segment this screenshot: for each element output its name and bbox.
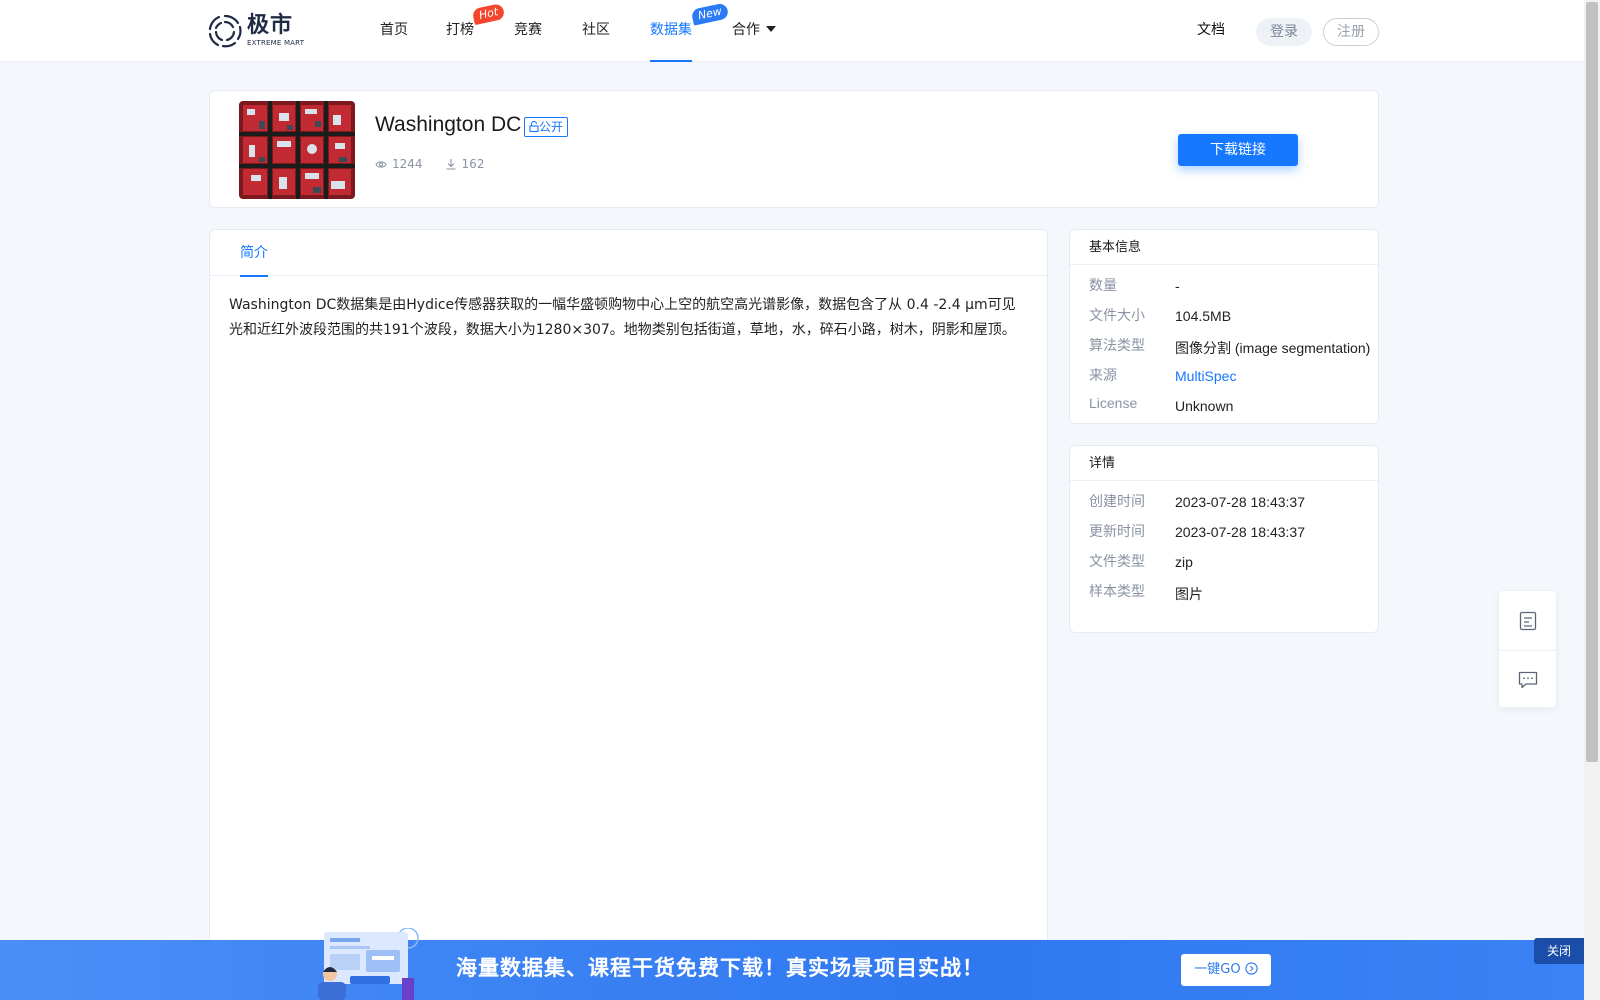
detail-value: 2023-07-28 18:43:37 [1175, 494, 1305, 510]
promo-close-button[interactable]: 关闭 [1534, 938, 1584, 964]
downloads-count: 162 [461, 157, 485, 171]
promo-banner: 海量数据集、课程干货免费下载！真实场景项目实战！ 一键GO 关闭 [0, 928, 1584, 1000]
detail-value: zip [1175, 554, 1193, 570]
download-icon [446, 159, 456, 170]
nav-item-community[interactable]: 社区 [582, 0, 650, 62]
info-row-quantity: 数量 - [1070, 275, 1378, 305]
login-button[interactable]: 登录 [1256, 18, 1312, 46]
promo-go-label: 一键GO [1194, 962, 1241, 977]
download-link-button[interactable]: 下载链接 [1178, 134, 1298, 166]
info-value: 图像分割 (image segmentation) [1175, 340, 1371, 356]
detail-row-sample-type: 样本类型 图片 [1070, 581, 1378, 611]
nav-item-leaderboard[interactable]: 打榜 Hot [446, 0, 514, 62]
top-navbar: 极市 EXTREME MART 首页 打榜 Hot 竞赛 社区 数据集 New … [0, 0, 1584, 62]
details-panel: 详情 创建时间 2023-07-28 18:43:37 更新时间 2023-07… [1069, 445, 1379, 633]
nav-item-datasets[interactable]: 数据集 New [650, 0, 730, 62]
promo-illustration [318, 928, 419, 1000]
detail-value: 图片 [1175, 586, 1203, 602]
nav-label: 竞赛 [514, 22, 542, 38]
eye-icon [375, 160, 387, 168]
info-label: 算法类型 [1089, 338, 1145, 354]
floating-toolbar [1498, 590, 1557, 708]
detail-value: 2023-07-28 18:43:37 [1175, 524, 1305, 540]
dataset-header-card: Washington DC 公开 1244 162 下载链接 [209, 90, 1379, 208]
feedback-button[interactable] [1499, 650, 1556, 709]
info-label: 来源 [1089, 368, 1117, 384]
info-value: Unknown [1175, 398, 1234, 414]
detail-row-updated: 更新时间 2023-07-28 18:43:37 [1070, 521, 1378, 551]
nav-label: 合作 [732, 22, 760, 38]
dataset-title: Washington DC [375, 113, 522, 136]
info-value: 104.5MB [1175, 308, 1232, 324]
caret-down-icon [766, 26, 776, 32]
dataset-stats: 1244 162 [375, 157, 506, 171]
document-icon [1519, 611, 1536, 630]
detail-label: 文件类型 [1089, 554, 1145, 570]
views-count: 1244 [392, 157, 423, 171]
detail-row-created: 创建时间 2023-07-28 18:43:37 [1070, 491, 1378, 521]
page-scrollbar[interactable] [1584, 0, 1600, 1000]
info-label: 文件大小 [1089, 308, 1145, 324]
visibility-badge: 公开 [524, 117, 569, 137]
basic-info-title: 基本信息 [1070, 230, 1378, 265]
register-button[interactable]: 注册 [1323, 18, 1379, 46]
promo-go-button[interactable]: 一键GO [1181, 954, 1271, 986]
hot-badge: Hot [471, 2, 506, 26]
thumbnail-image [239, 101, 355, 199]
nav-item-home[interactable]: 首页 [380, 0, 446, 62]
info-label: License [1089, 395, 1138, 411]
site-logo[interactable]: 极市 EXTREME MART [207, 12, 304, 50]
nav-label: 数据集 [650, 22, 692, 38]
info-row-source: 来源 MultiSpec [1070, 365, 1378, 395]
detail-label: 样本类型 [1089, 584, 1145, 600]
logo-text: 极市 [247, 13, 294, 38]
detail-row-file-type: 文件类型 zip [1070, 551, 1378, 581]
main-nav: 首页 打榜 Hot 竞赛 社区 数据集 New 合作 [380, 0, 792, 62]
document-button[interactable] [1499, 591, 1556, 650]
promo-text: 海量数据集、课程干货免费下载！真实场景项目实战！ [456, 955, 984, 980]
unlock-icon [529, 120, 539, 133]
detail-label: 更新时间 [1089, 524, 1145, 540]
info-row-algorithm-type: 算法类型 图像分割 (image segmentation) [1070, 335, 1378, 365]
arrow-circle-icon [1245, 962, 1258, 975]
views-stat: 1244 [375, 157, 423, 171]
logo-mark-icon [208, 14, 242, 48]
info-row-file-size: 文件大小 104.5MB [1070, 305, 1378, 335]
nav-item-cooperation[interactable]: 合作 [732, 0, 792, 62]
feedback-icon [1518, 671, 1537, 689]
docs-link[interactable]: 文档 [1197, 0, 1225, 61]
info-row-license: License Unknown [1070, 395, 1378, 423]
nav-label: 首页 [380, 22, 408, 38]
intro-tabs: 简介 [210, 230, 1047, 277]
scrollbar-thumb[interactable] [1586, 2, 1598, 762]
dataset-thumbnail [239, 101, 355, 199]
nav-label: 社区 [582, 22, 610, 38]
info-label: 数量 [1089, 278, 1117, 294]
tab-intro[interactable]: 简介 [240, 230, 268, 277]
downloads-stat: 162 [445, 157, 485, 171]
detail-label: 创建时间 [1089, 494, 1145, 510]
nav-item-competition[interactable]: 竞赛 [514, 0, 582, 62]
nav-label: 打榜 [446, 22, 474, 38]
intro-panel: 简介 Washington DC数据集是由Hydice传感器获取的一幅华盛顿购物… [209, 229, 1048, 1000]
new-badge: New [690, 2, 730, 26]
basic-info-panel: 基本信息 数量 - 文件大小 104.5MB 算法类型 图像分割 (image … [1069, 229, 1379, 424]
source-link[interactable]: MultiSpec [1175, 368, 1236, 384]
visibility-label: 公开 [539, 120, 564, 134]
intro-description: Washington DC数据集是由Hydice传感器获取的一幅华盛顿购物中心上… [229, 297, 1016, 338]
details-title: 详情 [1070, 446, 1378, 481]
logo-subtitle: EXTREME MART [247, 39, 305, 47]
info-value: - [1175, 278, 1180, 294]
